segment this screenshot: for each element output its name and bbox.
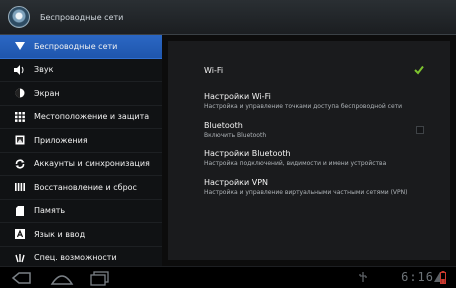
vpn-settings-row[interactable]: Настройки VPN Настройка и управление вир…	[204, 178, 442, 196]
sidebar-item-accessibility[interactable]: Спец. возможности	[0, 247, 162, 267]
sidebar-item-display[interactable]: Экран	[0, 82, 162, 106]
sidebar-item-label: Приложения	[34, 135, 88, 145]
checkmark-icon[interactable]	[414, 65, 424, 75]
bluetooth-settings-title: Настройки Bluetooth	[204, 149, 291, 158]
sidebar-item-sound[interactable]: Звук	[0, 59, 162, 82]
sidebar-item-location-security[interactable]: Местоположение и защита	[0, 106, 162, 129]
apps-icon	[14, 135, 25, 146]
status-clock[interactable]: 6:16	[401, 270, 434, 284]
sidebar-item-wireless[interactable]: Беспроводные сети	[0, 35, 162, 59]
bluetooth-title: Bluetooth	[204, 121, 243, 130]
recent-apps-icon[interactable]	[88, 270, 112, 286]
wifi-title: Wi-Fi	[204, 66, 224, 75]
back-icon[interactable]	[10, 270, 34, 286]
home-icon[interactable]	[50, 270, 74, 286]
sidebar-item-label: Экран	[34, 88, 60, 98]
sync-icon	[14, 158, 25, 169]
settings-app-icon[interactable]	[8, 6, 30, 28]
sidebar-item-label: Местоположение и защита	[34, 112, 150, 122]
settings-sidebar: Беспроводные сети Звук Экран Местоположе…	[0, 35, 162, 266]
sidebar-item-label: Беспроводные сети	[34, 41, 118, 51]
bluetooth-toggle-row[interactable]: Bluetooth Включить Bluetooth	[204, 121, 442, 139]
page-title: Беспроводные сети	[40, 12, 124, 22]
action-bar: Беспроводные сети	[0, 0, 456, 35]
sidebar-item-backup-reset[interactable]: Восстановление и сброс	[0, 176, 162, 200]
sidebar-item-label: Память	[34, 206, 66, 216]
wireless-icon	[14, 41, 25, 52]
sidebar-item-language-input[interactable]: Язык и ввод	[0, 223, 162, 247]
bluetooth-checkbox[interactable]	[416, 126, 424, 134]
sidebar-item-label: Спец. возможности	[34, 253, 117, 263]
speaker-icon	[14, 64, 25, 75]
sidebar-item-label: Звук	[34, 65, 54, 75]
settings-panel: Wi-Fi Настройки Wi-Fi Настройка и управл…	[168, 41, 450, 260]
system-bar: 6:16	[0, 266, 456, 288]
wifi-toggle-row[interactable]: Wi-Fi	[204, 65, 442, 75]
wifi-settings-row[interactable]: Настройки Wi-Fi Настройка и управление т…	[204, 92, 442, 110]
grid-icon	[14, 111, 25, 122]
sidebar-item-label: Язык и ввод	[34, 229, 86, 239]
bars-icon	[14, 182, 25, 193]
wifi-settings-summary: Настройка и управление точками доступа б…	[204, 103, 403, 110]
battery-icon	[440, 271, 446, 284]
vpn-settings-summary: Настройка и управление виртуальными част…	[204, 189, 408, 196]
vpn-settings-title: Настройки VPN	[204, 178, 269, 187]
sidebar-item-applications[interactable]: Приложения	[0, 129, 162, 153]
settings-content: Wi-Fi Настройки Wi-Fi Настройка и управл…	[162, 35, 456, 266]
sidebar-item-accounts-sync[interactable]: Аккаунты и синхронизация	[0, 153, 162, 176]
bluetooth-settings-row[interactable]: Настройки Bluetooth Настройка подключени…	[204, 149, 442, 167]
storage-icon	[14, 205, 25, 216]
bluetooth-summary: Включить Bluetooth	[204, 132, 267, 139]
sidebar-item-label: Аккаунты и синхронизация	[34, 159, 150, 169]
usb-debug-icon	[359, 272, 367, 282]
sidebar-item-storage[interactable]: Память	[0, 200, 162, 223]
brightness-icon	[14, 88, 25, 99]
wifi-settings-title: Настройки Wi-Fi	[204, 92, 271, 101]
bluetooth-settings-summary: Настройка подключений, видимости и имени…	[204, 160, 387, 167]
sidebar-item-label: Восстановление и сброс	[34, 182, 137, 192]
language-icon	[14, 229, 25, 240]
accessibility-icon	[14, 252, 25, 263]
